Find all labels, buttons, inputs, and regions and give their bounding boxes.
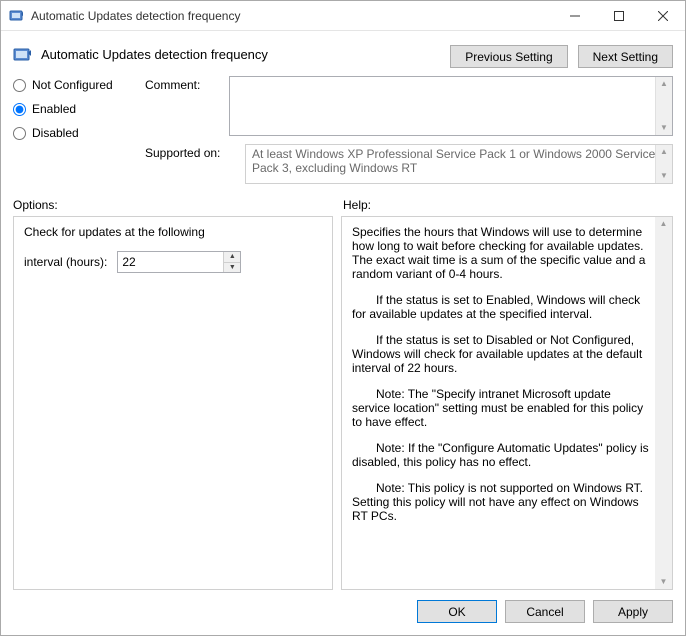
scrollbar[interactable]: ▲ ▼	[655, 77, 672, 135]
options-pane: Check for updates at the following inter…	[13, 216, 333, 590]
header: Automatic Updates detection frequency Pr…	[1, 31, 685, 72]
window-title: Automatic Updates detection frequency	[31, 9, 553, 23]
radio-label: Enabled	[32, 102, 76, 116]
section-labels: Options: Help:	[1, 184, 685, 216]
comment-field-wrap: ▲ ▼	[229, 76, 673, 136]
apply-button[interactable]: Apply	[593, 600, 673, 623]
panes: Check for updates at the following inter…	[1, 216, 685, 590]
chevron-up-icon: ▲	[660, 148, 668, 156]
spinner-down[interactable]: ▼	[224, 263, 240, 273]
help-p3: If the status is set to Disabled or Not …	[352, 333, 650, 375]
radio-enabled-input[interactable]	[13, 103, 26, 116]
state-radios: Not Configured Enabled Disabled	[13, 76, 145, 140]
minimize-button[interactable]	[553, 1, 597, 30]
supported-text: At least Windows XP Professional Service…	[252, 147, 655, 175]
radio-not-configured-input[interactable]	[13, 79, 26, 92]
comment-label: Comment:	[145, 76, 225, 92]
help-p4: Note: The "Specify intranet Microsoft up…	[352, 387, 650, 429]
options-text-line1: Check for updates at the following	[24, 225, 322, 239]
chevron-down-icon: ▼	[660, 172, 668, 180]
radio-disabled-input[interactable]	[13, 127, 26, 140]
interval-label: interval (hours):	[24, 255, 107, 269]
ok-button[interactable]: OK	[417, 600, 497, 623]
help-pane: Specifies the hours that Windows will us…	[341, 216, 673, 590]
chevron-down-icon: ▼	[660, 124, 668, 132]
titlebar: Automatic Updates detection frequency	[1, 1, 685, 31]
spinner-buttons: ▲ ▼	[223, 252, 240, 272]
help-p2: If the status is set to Enabled, Windows…	[352, 293, 650, 321]
radio-label: Disabled	[32, 126, 79, 140]
dialog-window: Automatic Updates detection frequency Au…	[0, 0, 686, 636]
chevron-down-icon: ▼	[660, 578, 668, 586]
supported-row: Supported on: At least Windows XP Profes…	[145, 144, 673, 184]
scrollbar[interactable]: ▲ ▼	[655, 217, 672, 589]
radio-enabled[interactable]: Enabled	[13, 102, 145, 116]
help-p5: Note: If the "Configure Automatic Update…	[352, 441, 650, 469]
policy-icon	[13, 45, 33, 65]
config-area: Not Configured Enabled Disabled Comment:…	[1, 72, 685, 184]
comment-field[interactable]	[230, 77, 654, 135]
radio-label: Not Configured	[32, 78, 113, 92]
maximize-button[interactable]	[597, 1, 641, 30]
help-label: Help:	[343, 198, 673, 212]
cancel-button[interactable]: Cancel	[505, 600, 585, 623]
help-text: Specifies the hours that Windows will us…	[352, 225, 650, 523]
previous-setting-button[interactable]: Previous Setting	[450, 45, 567, 68]
comment-row: Comment: ▲ ▼	[145, 76, 673, 136]
help-p6: Note: This policy is not supported on Wi…	[352, 481, 650, 523]
title-controls	[553, 1, 685, 30]
supported-field: At least Windows XP Professional Service…	[245, 144, 673, 184]
radio-not-configured[interactable]: Not Configured	[13, 78, 145, 92]
chevron-up-icon: ▲	[660, 80, 668, 88]
scrollbar[interactable]: ▲ ▼	[655, 145, 672, 183]
next-setting-button[interactable]: Next Setting	[578, 45, 673, 68]
page-title: Automatic Updates detection frequency	[41, 47, 268, 62]
app-icon	[9, 8, 25, 24]
interval-input[interactable]	[118, 252, 223, 272]
footer: OK Cancel Apply	[1, 590, 685, 635]
options-label: Options:	[13, 198, 343, 212]
close-button[interactable]	[641, 1, 685, 30]
supported-label: Supported on:	[145, 144, 241, 160]
help-p1: Specifies the hours that Windows will us…	[352, 225, 650, 281]
radio-disabled[interactable]: Disabled	[13, 126, 145, 140]
chevron-up-icon: ▲	[660, 220, 668, 228]
spinner-up[interactable]: ▲	[224, 252, 240, 263]
interval-stepper[interactable]: ▲ ▼	[117, 251, 241, 273]
